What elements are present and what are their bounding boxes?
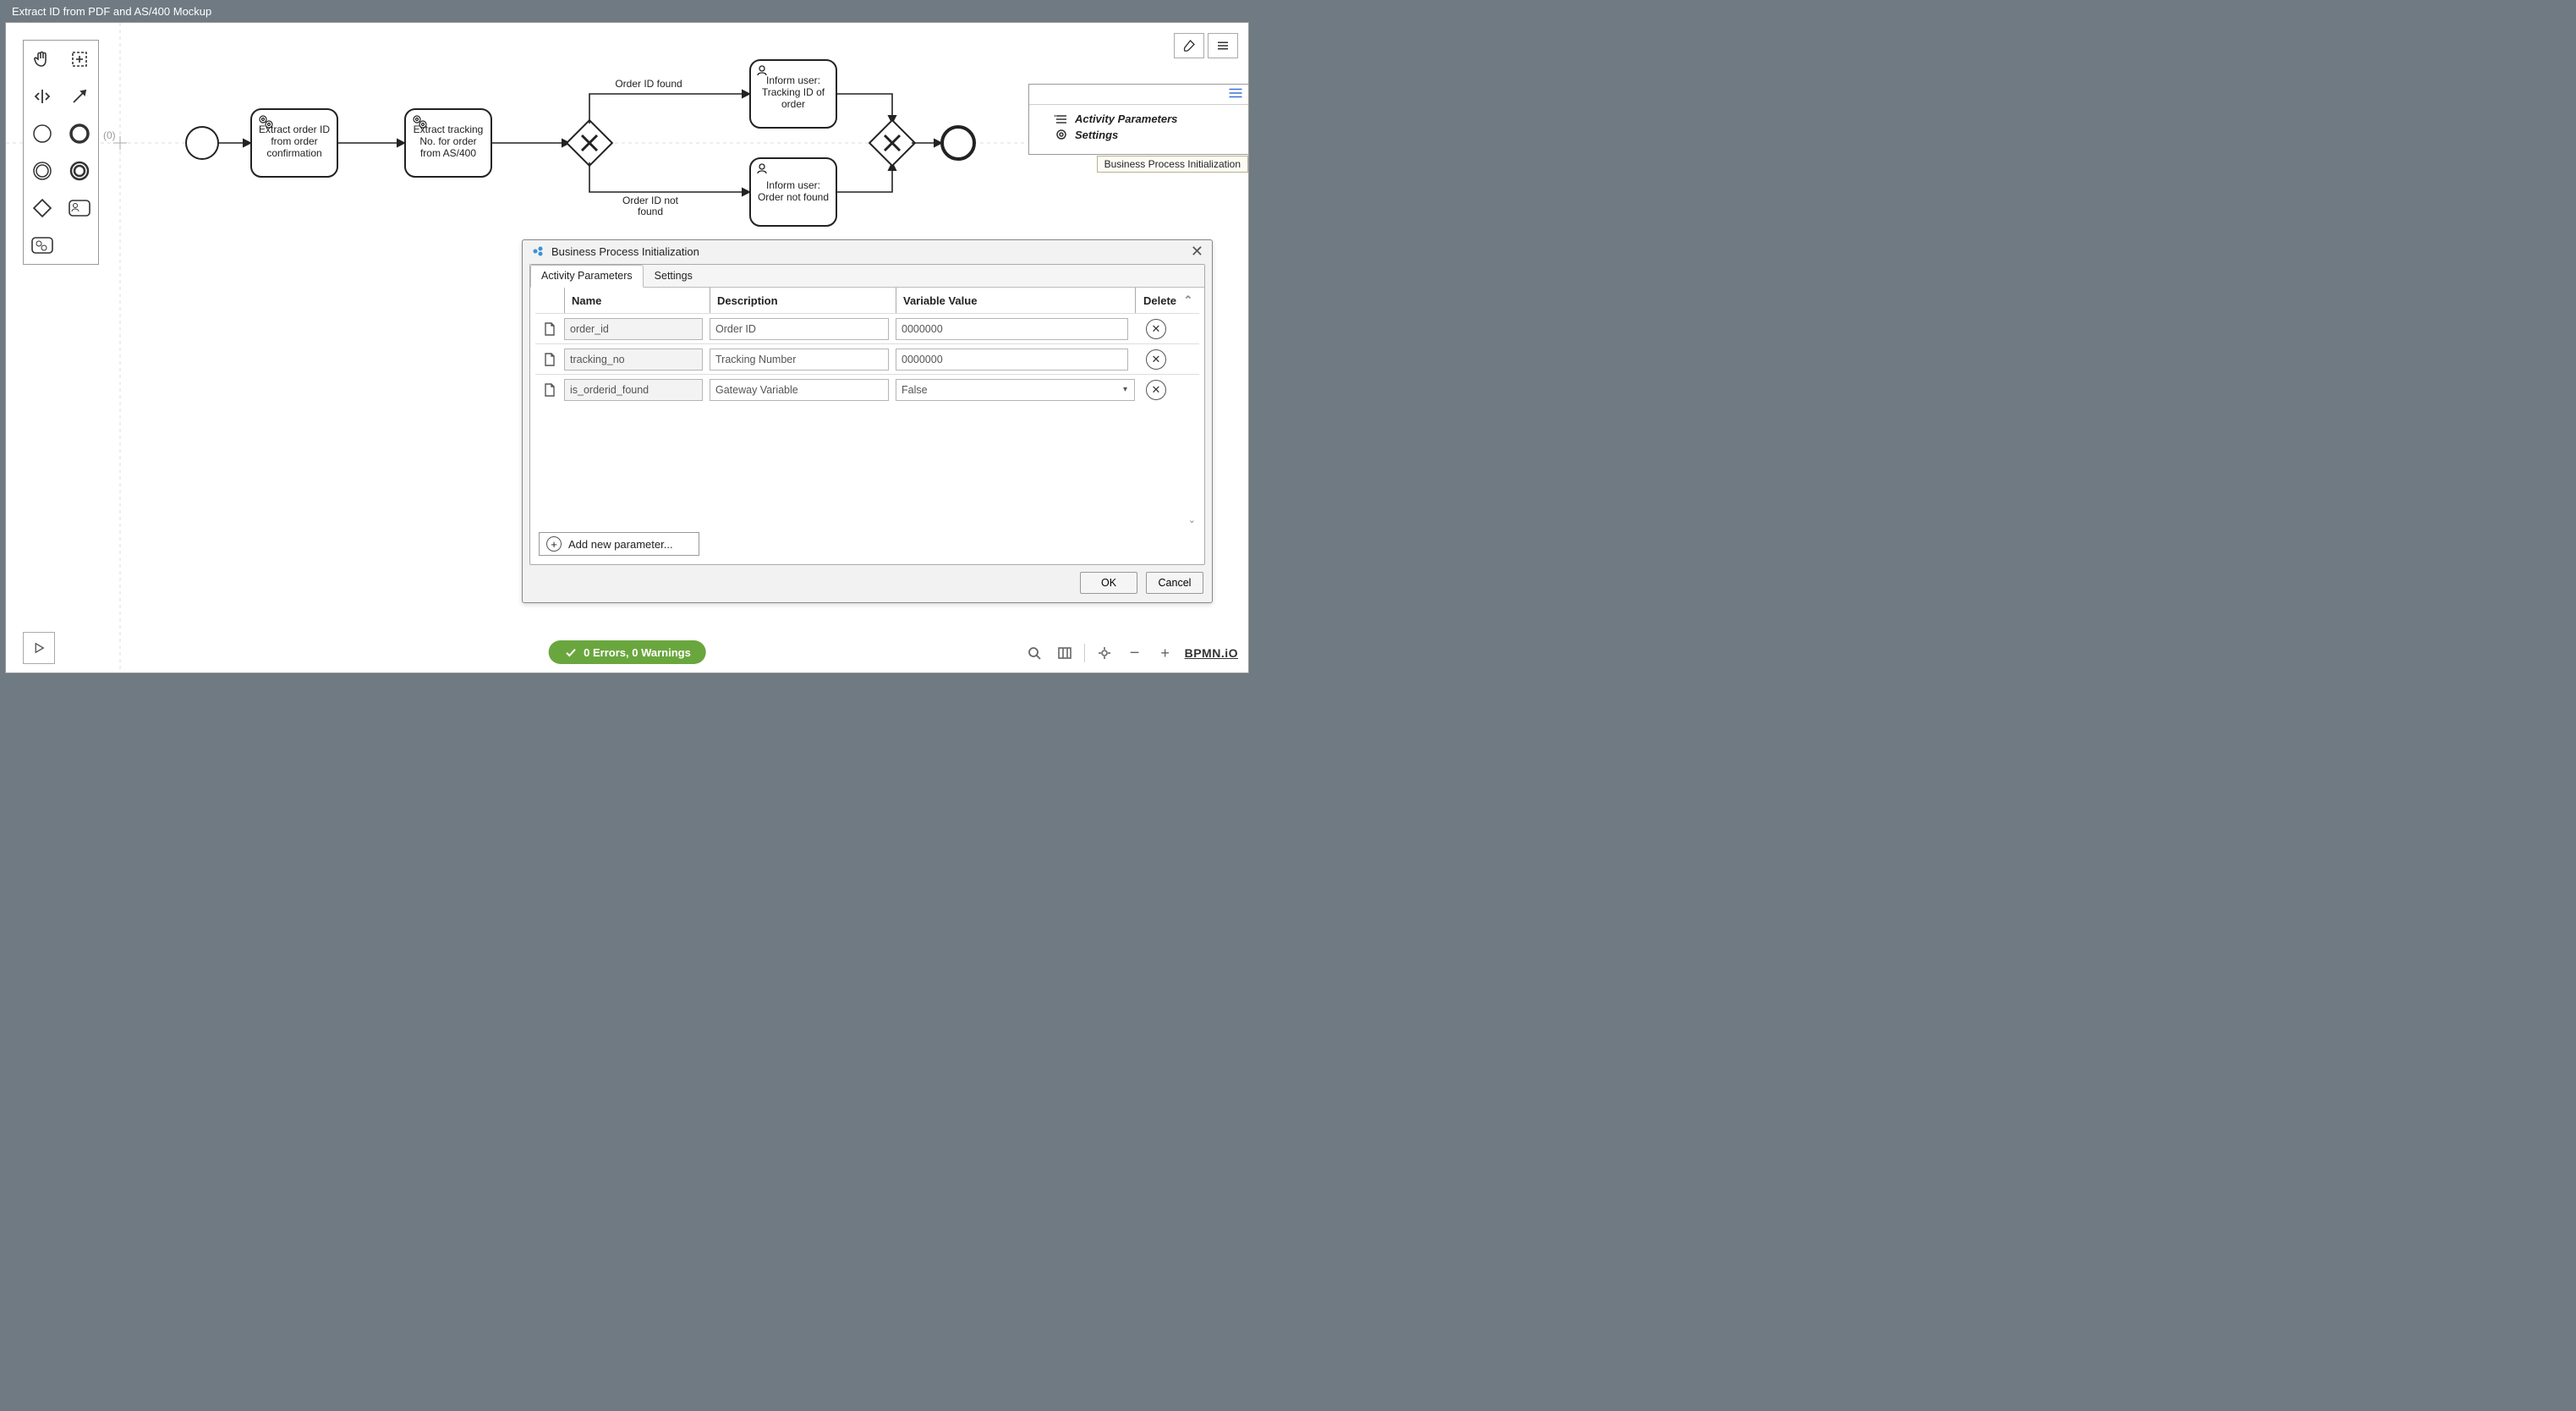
close-icon[interactable]: ✕ xyxy=(1191,244,1203,259)
add-parameter-button[interactable]: + Add new parameter... xyxy=(539,532,699,556)
delete-row-button[interactable]: ✕ xyxy=(1146,349,1166,370)
properties-panel: Activity Parameters Settings Business Pr… xyxy=(1028,84,1248,155)
param-value-input[interactable] xyxy=(896,318,1128,340)
header-value: Variable Value xyxy=(896,288,1135,313)
shape-end-event[interactable] xyxy=(61,115,98,152)
tool-hand[interactable] xyxy=(24,41,61,78)
parameters-table: Name Description Variable Value Delete ⌃ xyxy=(530,288,1204,564)
zoom-out-button[interactable]: − xyxy=(1124,642,1146,664)
header-delete: Delete xyxy=(1135,288,1177,313)
table-row: ✕ xyxy=(535,343,1199,374)
header-description: Description xyxy=(710,288,896,313)
ok-button[interactable]: OK xyxy=(1080,572,1137,594)
canvas[interactable]: (0) Extract order ID from order confirma… xyxy=(5,22,1249,673)
run-button[interactable] xyxy=(23,632,55,664)
param-value-select[interactable]: ▾ xyxy=(896,379,1135,401)
table-row: ▾ ✕ xyxy=(535,374,1199,404)
tab-activity-parameters[interactable]: Activity Parameters xyxy=(530,265,644,288)
param-desc-input[interactable] xyxy=(710,318,889,340)
shape-gateway[interactable] xyxy=(24,189,61,227)
bpmn-logo[interactable]: BPMN.iO xyxy=(1185,646,1238,660)
start-event[interactable] xyxy=(186,127,218,159)
check-icon xyxy=(563,645,577,659)
tool-lasso[interactable] xyxy=(61,41,98,78)
zoom-in-button[interactable]: + xyxy=(1154,642,1176,664)
panel-item-label: Settings xyxy=(1075,129,1118,141)
status-text: 0 Errors, 0 Warnings xyxy=(584,646,691,659)
panel-menu-icon[interactable] xyxy=(1228,87,1243,102)
shape-intermediate-event-bold[interactable] xyxy=(61,152,98,189)
shape-start-event[interactable] xyxy=(24,115,61,152)
minimap-icon[interactable] xyxy=(1054,642,1076,664)
search-icon[interactable] xyxy=(1023,642,1045,664)
table-header: Name Description Variable Value Delete ⌃ xyxy=(535,288,1199,313)
svg-text:found: found xyxy=(638,206,663,217)
tab-settings[interactable]: Settings xyxy=(644,265,704,287)
app-root: Extract ID from PDF and AS/400 Mockup (0… xyxy=(0,0,1254,678)
chevron-down-icon[interactable]: ▾ xyxy=(1116,379,1135,401)
plus-icon: + xyxy=(546,536,562,552)
cancel-button[interactable]: Cancel xyxy=(1146,572,1203,594)
dialog-titlebar[interactable]: Business Process Initialization ✕ xyxy=(523,240,1212,264)
delete-row-button[interactable]: ✕ xyxy=(1146,380,1166,400)
param-name-input[interactable] xyxy=(564,379,703,401)
canvas-toolbar xyxy=(1174,33,1238,58)
scroll-down-icon[interactable]: ⌄ xyxy=(1188,514,1196,525)
ruler-origin-label: (0) xyxy=(103,129,116,141)
end-event[interactable] xyxy=(942,127,974,159)
fit-view-icon[interactable] xyxy=(1093,642,1115,664)
param-name-input[interactable] xyxy=(564,318,703,340)
row-type-icon xyxy=(535,321,564,337)
tool-connect[interactable] xyxy=(61,78,98,115)
table-row: ✕ xyxy=(535,313,1199,343)
dialog-title-text: Business Process Initialization xyxy=(551,245,699,258)
param-value-input[interactable] xyxy=(896,349,1128,371)
delete-row-button[interactable]: ✕ xyxy=(1146,319,1166,339)
menu-button[interactable] xyxy=(1208,33,1238,58)
svg-text:Order ID found: Order ID found xyxy=(615,78,682,90)
dialog-icon xyxy=(531,244,545,258)
shape-palette xyxy=(23,40,99,265)
row-type-icon xyxy=(535,382,564,398)
tool-space[interactable] xyxy=(24,78,61,115)
brush-button[interactable] xyxy=(1174,33,1204,58)
param-value-select-display[interactable] xyxy=(896,379,1116,401)
palette-empty xyxy=(61,227,98,264)
gear-icon xyxy=(1055,128,1068,141)
window-title: Extract ID from PDF and AS/400 Mockup xyxy=(0,0,1254,22)
shape-intermediate-event[interactable] xyxy=(24,152,61,189)
svg-text:Order ID not: Order ID not xyxy=(622,195,679,206)
param-desc-input[interactable] xyxy=(710,379,889,401)
panel-item-settings[interactable]: Settings xyxy=(1055,128,1240,141)
node-tooltip: Business Process Initialization xyxy=(1097,156,1248,173)
parameters-dialog: Business Process Initialization ✕ Activi… xyxy=(522,239,1213,603)
shape-service-task[interactable] xyxy=(24,227,61,264)
header-name: Name xyxy=(564,288,710,313)
canvas-controls: − + BPMN.iO xyxy=(1023,642,1238,664)
status-bar[interactable]: 0 Errors, 0 Warnings xyxy=(548,640,706,664)
param-name-input[interactable] xyxy=(564,349,703,371)
window-title-text: Extract ID from PDF and AS/400 Mockup xyxy=(12,5,211,18)
dialog-tabs: Activity Parameters Settings xyxy=(530,265,1204,288)
add-parameter-label: Add new parameter... xyxy=(568,538,673,551)
shape-user-task[interactable] xyxy=(61,189,98,227)
list-icon xyxy=(1055,113,1068,125)
panel-item-label: Activity Parameters xyxy=(1075,113,1177,125)
panel-item-activity-parameters[interactable]: Activity Parameters xyxy=(1055,113,1240,125)
param-desc-input[interactable] xyxy=(710,349,889,371)
row-type-icon xyxy=(535,352,564,367)
